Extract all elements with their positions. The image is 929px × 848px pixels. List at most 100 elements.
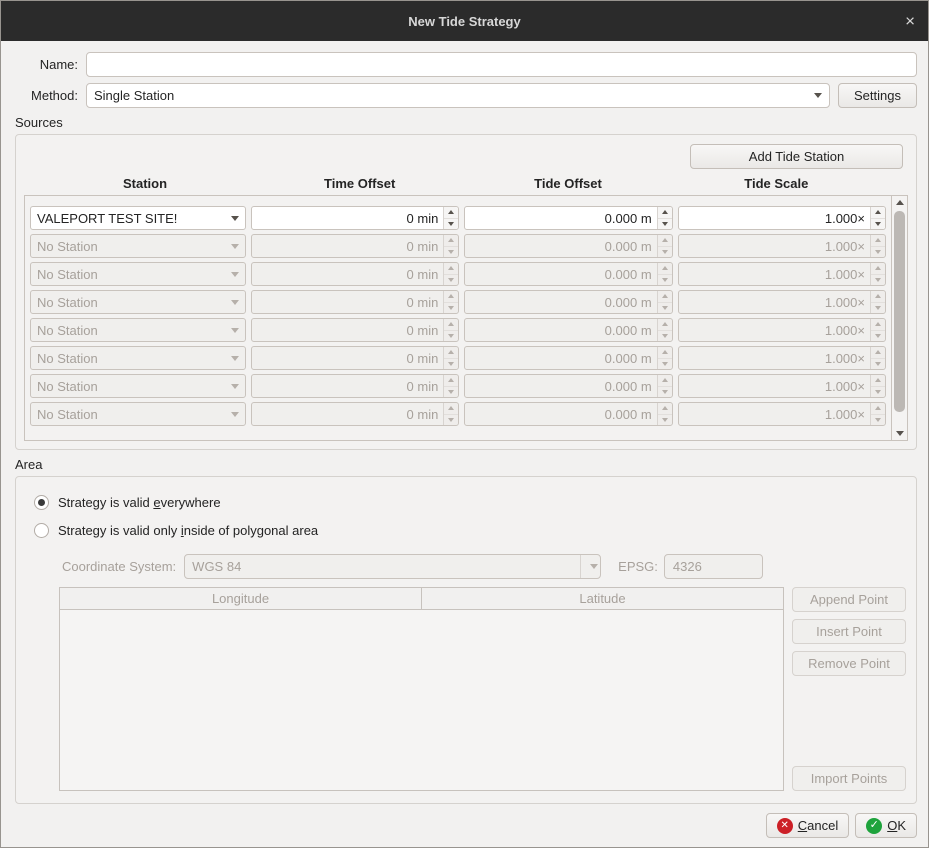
- spin-up-icon[interactable]: [444, 319, 458, 331]
- spinner-buttons[interactable]: [870, 319, 885, 341]
- time-offset-spinbox[interactable]: 0 min: [251, 206, 459, 230]
- spin-down-icon[interactable]: [658, 415, 672, 426]
- time-offset-spinbox[interactable]: 0 min: [251, 234, 459, 258]
- spin-down-icon[interactable]: [658, 359, 672, 370]
- settings-button[interactable]: Settings: [838, 83, 917, 108]
- station-combo[interactable]: No Station: [30, 290, 246, 314]
- cancel-button[interactable]: Cancel: [766, 813, 849, 838]
- spin-down-icon[interactable]: [658, 247, 672, 258]
- tide-scale-spinbox[interactable]: 1.000×: [678, 234, 886, 258]
- spin-down-icon[interactable]: [871, 387, 885, 398]
- spin-down-icon[interactable]: [444, 331, 458, 342]
- tide-scale-spinbox[interactable]: 1.000×: [678, 262, 886, 286]
- station-combo[interactable]: No Station: [30, 318, 246, 342]
- time-offset-spinbox[interactable]: 0 min: [251, 290, 459, 314]
- station-combo[interactable]: No Station: [30, 346, 246, 370]
- spin-down-icon[interactable]: [871, 331, 885, 342]
- spinner-buttons[interactable]: [443, 403, 458, 425]
- spinner-buttons[interactable]: [657, 263, 672, 285]
- spin-down-icon[interactable]: [658, 387, 672, 398]
- station-combo[interactable]: No Station: [30, 402, 246, 426]
- vertical-scrollbar[interactable]: [891, 196, 907, 440]
- station-combo[interactable]: No Station: [30, 262, 246, 286]
- spinner-buttons[interactable]: [443, 207, 458, 229]
- spin-up-icon[interactable]: [658, 347, 672, 359]
- spin-up-icon[interactable]: [658, 207, 672, 219]
- spin-down-icon[interactable]: [444, 303, 458, 314]
- time-offset-spinbox[interactable]: 0 min: [251, 346, 459, 370]
- spin-up-icon[interactable]: [658, 263, 672, 275]
- titlebar[interactable]: New Tide Strategy ×: [1, 1, 928, 41]
- tide-scale-spinbox[interactable]: 1.000×: [678, 402, 886, 426]
- spin-up-icon[interactable]: [444, 347, 458, 359]
- time-offset-spinbox[interactable]: 0 min: [251, 318, 459, 342]
- spinner-buttons[interactable]: [870, 235, 885, 257]
- scroll-down-icon[interactable]: [892, 427, 907, 440]
- spin-up-icon[interactable]: [871, 263, 885, 275]
- spin-down-icon[interactable]: [871, 247, 885, 258]
- spinner-buttons[interactable]: [870, 207, 885, 229]
- spinner-buttons[interactable]: [657, 235, 672, 257]
- station-combo[interactable]: VALEPORT TEST SITE!: [30, 206, 246, 230]
- spin-down-icon[interactable]: [658, 331, 672, 342]
- spin-up-icon[interactable]: [658, 375, 672, 387]
- spin-down-icon[interactable]: [444, 387, 458, 398]
- spin-down-icon[interactable]: [871, 275, 885, 286]
- spin-down-icon[interactable]: [658, 275, 672, 286]
- method-combo[interactable]: Single Station: [86, 83, 830, 108]
- spinner-buttons[interactable]: [657, 347, 672, 369]
- spin-down-icon[interactable]: [871, 303, 885, 314]
- tide-offset-spinbox[interactable]: 0.000 m: [464, 374, 672, 398]
- spin-up-icon[interactable]: [444, 291, 458, 303]
- spinner-buttons[interactable]: [443, 375, 458, 397]
- add-tide-station-button[interactable]: Add Tide Station: [690, 144, 903, 169]
- tide-offset-spinbox[interactable]: 0.000 m: [464, 346, 672, 370]
- tide-offset-spinbox[interactable]: 0.000 m: [464, 402, 672, 426]
- tide-scale-spinbox[interactable]: 1.000×: [678, 318, 886, 342]
- ok-button[interactable]: OK: [855, 813, 917, 838]
- name-input[interactable]: [86, 52, 917, 77]
- spin-up-icon[interactable]: [658, 291, 672, 303]
- spin-up-icon[interactable]: [871, 403, 885, 415]
- tide-offset-spinbox[interactable]: 0.000 m: [464, 234, 672, 258]
- scroll-up-icon[interactable]: [892, 196, 907, 209]
- spin-down-icon[interactable]: [658, 303, 672, 314]
- spin-up-icon[interactable]: [658, 235, 672, 247]
- spin-down-icon[interactable]: [444, 359, 458, 370]
- spinner-buttons[interactable]: [657, 403, 672, 425]
- radio-valid-everywhere[interactable]: [34, 495, 49, 510]
- spinner-buttons[interactable]: [870, 263, 885, 285]
- spinner-buttons[interactable]: [657, 207, 672, 229]
- tide-scale-spinbox[interactable]: 1.000×: [678, 374, 886, 398]
- spinner-buttons[interactable]: [443, 263, 458, 285]
- spin-down-icon[interactable]: [444, 275, 458, 286]
- spinner-buttons[interactable]: [443, 291, 458, 313]
- spinner-buttons[interactable]: [443, 347, 458, 369]
- tide-offset-spinbox[interactable]: 0.000 m: [464, 262, 672, 286]
- spin-down-icon[interactable]: [444, 247, 458, 258]
- spinner-buttons[interactable]: [657, 319, 672, 341]
- spin-up-icon[interactable]: [871, 207, 885, 219]
- spin-up-icon[interactable]: [871, 291, 885, 303]
- tide-offset-spinbox[interactable]: 0.000 m: [464, 318, 672, 342]
- time-offset-spinbox[interactable]: 0 min: [251, 402, 459, 426]
- spin-down-icon[interactable]: [871, 359, 885, 370]
- spin-down-icon[interactable]: [444, 219, 458, 230]
- spin-up-icon[interactable]: [871, 375, 885, 387]
- spin-down-icon[interactable]: [444, 415, 458, 426]
- scrollbar-thumb[interactable]: [894, 211, 905, 412]
- time-offset-spinbox[interactable]: 0 min: [251, 374, 459, 398]
- spinner-buttons[interactable]: [657, 375, 672, 397]
- radio-valid-polygon[interactable]: [34, 523, 49, 538]
- spinner-buttons[interactable]: [443, 319, 458, 341]
- spin-down-icon[interactable]: [658, 219, 672, 230]
- spin-up-icon[interactable]: [871, 347, 885, 359]
- tide-scale-spinbox[interactable]: 1.000×: [678, 290, 886, 314]
- spin-down-icon[interactable]: [871, 219, 885, 230]
- spin-up-icon[interactable]: [658, 319, 672, 331]
- tide-scale-spinbox[interactable]: 1.000×: [678, 346, 886, 370]
- spin-up-icon[interactable]: [658, 403, 672, 415]
- tide-offset-spinbox[interactable]: 0.000 m: [464, 206, 672, 230]
- spinner-buttons[interactable]: [870, 375, 885, 397]
- station-combo[interactable]: No Station: [30, 374, 246, 398]
